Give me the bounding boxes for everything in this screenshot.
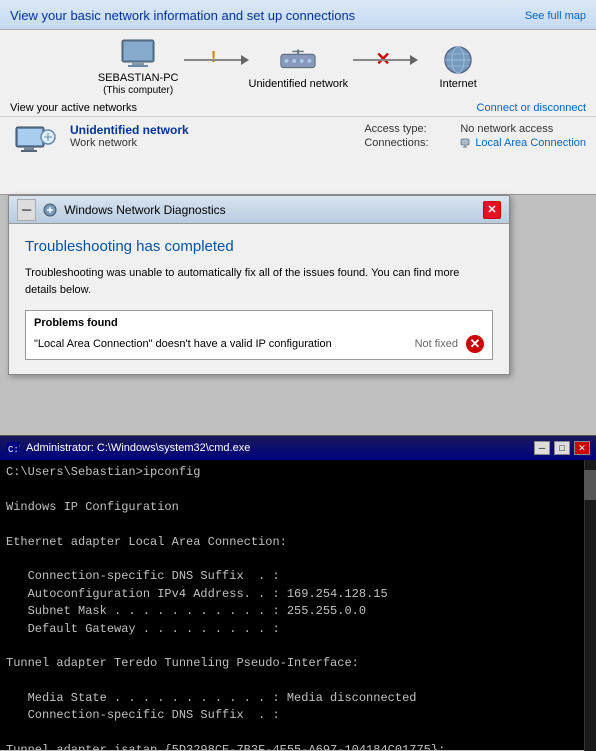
node-internet-label: Internet: [440, 78, 477, 90]
diag-title-text: Windows Network Diagnostics: [64, 203, 225, 217]
node-router-label: Unidentified network: [249, 78, 349, 90]
cmd-scrollbar[interactable]: [584, 460, 596, 751]
network-row: Unidentified network Work network Access…: [0, 117, 596, 167]
access-value: No network access: [460, 123, 553, 135]
problem-row: "Local Area Connection" doesn't have a v…: [34, 335, 484, 353]
access-type-label: Access type:: [364, 123, 454, 135]
problems-header: Problems found: [34, 317, 484, 329]
problem-text: "Local Area Connection" doesn't have a v…: [34, 338, 407, 350]
active-networks-label: View your active networks: [10, 102, 137, 114]
node-computer: SEBASTIAN-PC(This computer): [98, 38, 179, 96]
local-area-connection-link[interactable]: Local Area Connection: [460, 137, 586, 149]
cmd-window: C:\ Administrator: C:\Windows\system32\c…: [0, 435, 596, 750]
cmd-restore-btn[interactable]: □: [554, 441, 570, 455]
cmd-close-btn[interactable]: ✕: [574, 441, 590, 455]
router-icon: [278, 44, 318, 76]
cmd-scrollbar-thumb[interactable]: [584, 470, 596, 500]
diag-minimize-btn[interactable]: ─: [17, 199, 36, 221]
globe-icon: [438, 44, 478, 76]
diag-titlebar: ─ Windows Network Diagnostics ✕: [9, 196, 509, 224]
access-type-row: Access type: No network access: [364, 123, 586, 135]
cmd-minimize-btn[interactable]: ─: [534, 441, 550, 455]
diag-body: Troubleshooting has completed Troublesho…: [9, 224, 509, 374]
network-info-left: Unidentified network Work network: [70, 123, 344, 161]
computer-icon: [118, 38, 158, 70]
node-internet: Internet: [418, 44, 498, 90]
active-networks-bar: View your active networks Connect or dis…: [0, 100, 596, 117]
cmd-title-left: C:\ Administrator: C:\Windows\system32\c…: [6, 441, 250, 455]
nc-header-title: View your basic network information and …: [10, 8, 586, 23]
unidentified-network-name: Unidentified network: [70, 123, 344, 137]
arrow1: !: [179, 59, 249, 61]
cmd-title-text: Administrator: C:\Windows\system32\cmd.e…: [26, 442, 250, 454]
network-type: Work network: [70, 137, 344, 149]
nc-header: View your basic network information and …: [0, 0, 596, 30]
connections-row: Connections: Local Area Connection: [364, 137, 586, 149]
connection-icon: [460, 137, 472, 149]
diagnostics-window: ─ Windows Network Diagnostics ✕ Troubles…: [8, 195, 510, 375]
nc-title-text: View your basic network information and …: [10, 8, 355, 23]
connect-disconnect-link[interactable]: Connect or disconnect: [477, 102, 586, 114]
problem-status: Not fixed: [415, 338, 458, 350]
svg-text:C:\: C:\: [8, 445, 20, 455]
cmd-body: C:\Users\Sebastian>ipconfig Windows IP C…: [0, 460, 596, 751]
not-fixed-icon: ✕: [466, 335, 484, 353]
network-diagram: SEBASTIAN-PC(This computer) ! Unidentifi: [0, 30, 596, 100]
network-icon-block: [10, 123, 60, 161]
network-sharing-center: View your basic network information and …: [0, 0, 596, 195]
diag-title-left: ─ Windows Network Diagnostics: [17, 199, 226, 221]
completed-title: Troubleshooting has completed: [25, 238, 493, 255]
problems-box: Problems found "Local Area Connection" d…: [25, 310, 493, 360]
cmd-titlebar: C:\ Administrator: C:\Windows\system32\c…: [0, 436, 596, 460]
connections-label: Connections:: [364, 137, 454, 149]
diag-title-icon: [42, 203, 58, 217]
diag-description: Troubleshooting was unable to automatica…: [25, 265, 493, 298]
cmd-output: C:\Users\Sebastian>ipconfig Windows IP C…: [6, 464, 590, 751]
node-computer-label: SEBASTIAN-PC(This computer): [98, 72, 179, 96]
node-router: Unidentified network: [249, 44, 349, 90]
network-info-right: Access type: No network access Connectio…: [354, 123, 586, 161]
diag-close-btn[interactable]: ✕: [483, 201, 501, 219]
warning-icon: !: [211, 49, 216, 67]
see-full-map-link[interactable]: See full map: [525, 10, 586, 22]
arrow2: ✕: [348, 59, 418, 61]
connection-name-text: Local Area Connection: [475, 137, 586, 149]
cmd-title-btns: ─ □ ✕: [532, 441, 590, 455]
cmd-icon: C:\: [6, 441, 20, 455]
